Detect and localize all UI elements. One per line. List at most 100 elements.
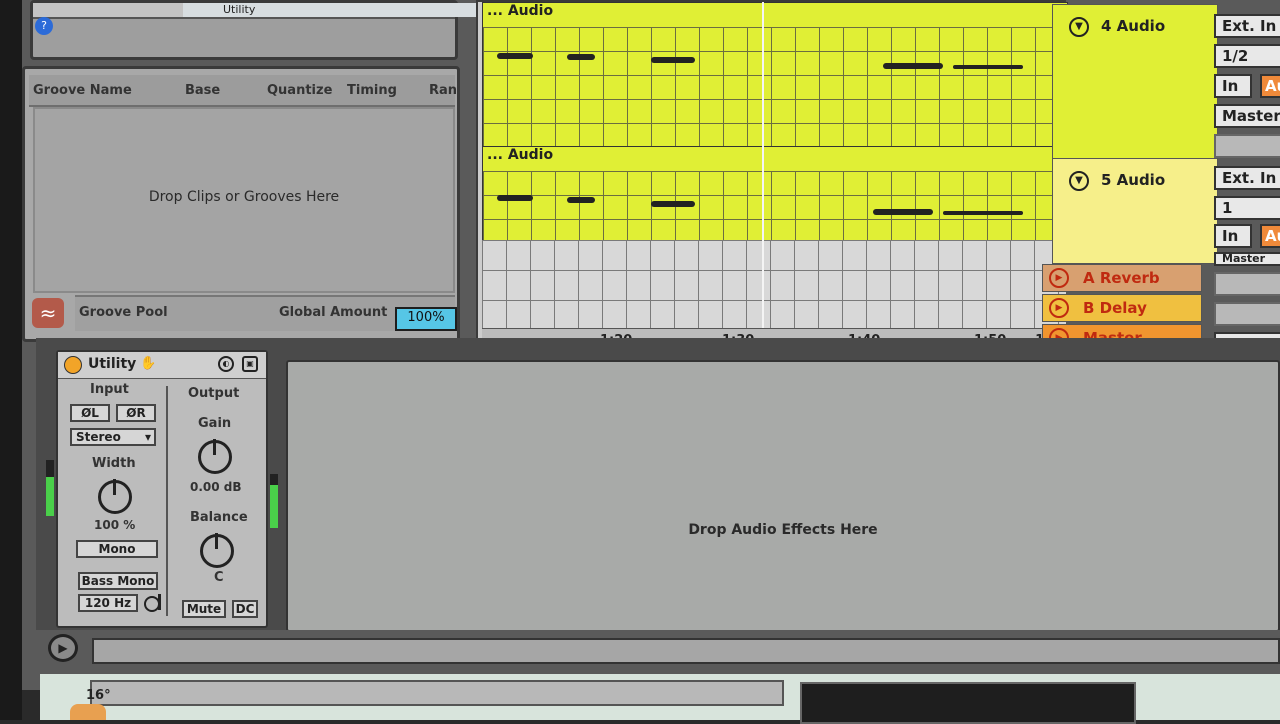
waveform — [567, 197, 595, 203]
play-icon[interactable]: ▶ — [48, 634, 78, 662]
column-groove-name[interactable]: Groove Name — [33, 83, 132, 98]
return-output-select[interactable] — [1214, 302, 1280, 326]
column-random[interactable]: Ran — [429, 83, 457, 98]
balance-knob[interactable] — [200, 533, 234, 568]
balance-label: Balance — [190, 510, 248, 525]
fold-icon[interactable]: ▼ — [1069, 171, 1089, 191]
audio-lane-4[interactable]: ... Audio — [482, 2, 1068, 150]
input-channel-select[interactable]: 1 — [1214, 196, 1280, 220]
lane-grid — [483, 171, 1067, 243]
column-quantize[interactable]: Quantize — [267, 83, 332, 98]
global-amount-label: Global Amount — [279, 305, 388, 320]
gain-label: Gain — [198, 416, 232, 431]
bass-audition-icon[interactable] — [144, 594, 161, 612]
info-bar — [90, 680, 784, 706]
audio-effects-drop-zone[interactable]: Drop Audio Effects Here — [286, 360, 1280, 632]
column-base[interactable]: Base — [185, 83, 220, 98]
return-track-a-reverb[interactable]: ▶ A Reverb — [1042, 264, 1202, 292]
waveform — [497, 53, 533, 59]
play-icon[interactable]: ▶ — [1049, 298, 1069, 318]
return-name: A Reverb — [1083, 269, 1160, 287]
output-select[interactable]: Master — [1214, 104, 1280, 128]
section-divider — [166, 386, 168, 616]
monitor-auto-button[interactable]: Aut — [1260, 224, 1280, 248]
device-header: Utility ✋ ◐ ▣ — [58, 352, 266, 379]
input-label: Input — [90, 382, 129, 397]
monitor-in-button[interactable]: In — [1214, 224, 1252, 248]
return-output-select[interactable] — [1214, 272, 1280, 296]
groove-drop-text: Drop Clips or Grooves Here — [148, 189, 340, 205]
channel-mode-select[interactable]: Stereo ▾ — [70, 428, 156, 446]
return-track-b-delay[interactable]: ▶ B Delay — [1042, 294, 1202, 322]
clip-title: ... Audio — [487, 3, 554, 19]
os-taskbar — [40, 674, 1280, 724]
track-header-5-audio[interactable]: ▼ 5 Audio — [1052, 158, 1218, 264]
device-title: Utility — [88, 356, 137, 372]
input-channel-select[interactable]: 1/2 — [1214, 44, 1280, 68]
width-label: Width — [92, 456, 136, 471]
width-value: 100 % — [94, 518, 136, 532]
phase-right-button[interactable]: ØR — [116, 404, 156, 422]
bass-mono-frequency[interactable]: 120 Hz — [78, 594, 138, 612]
waveform — [953, 65, 1023, 69]
input-type-select[interactable]: Ext. In — [1214, 166, 1280, 190]
groove-pool-label: Groove Pool — [79, 305, 168, 320]
clip-title: ... Audio — [487, 147, 554, 163]
empty-lanes[interactable] — [482, 240, 1066, 330]
mute-button[interactable]: Mute — [182, 600, 226, 618]
track-name: 5 Audio — [1101, 171, 1166, 189]
gain-value: 0.00 dB — [190, 480, 242, 494]
output-channel-select[interactable] — [1214, 134, 1280, 158]
global-amount-field[interactable]: 100% — [395, 307, 457, 331]
balance-value: C — [214, 570, 224, 585]
temperature-text: 16° — [86, 688, 111, 703]
track-header-4-audio[interactable]: ▼ 4 Audio — [1052, 4, 1218, 160]
save-preset-icon[interactable]: ▣ — [242, 356, 258, 372]
groove-pool-toggle-icon[interactable]: ≈ — [32, 298, 64, 328]
output-label: Output — [188, 386, 240, 401]
waveform — [651, 201, 695, 207]
browser-panel: Utility ? — [30, 0, 493, 60]
input-type-select[interactable]: Ext. In — [1214, 14, 1280, 38]
channel-mode-value: Stereo — [76, 430, 121, 444]
dc-button[interactable]: DC — [232, 600, 258, 618]
drop-effects-text: Drop Audio Effects Here — [688, 522, 878, 538]
fold-icon[interactable]: ▼ — [1069, 17, 1089, 37]
play-icon[interactable]: ▶ — [1049, 268, 1069, 288]
arrangement-view[interactable]: ... Audio ... Audio 1:20 1:30 1:40 1:50 … — [476, 0, 1068, 354]
chevron-down-icon: ▾ — [144, 430, 151, 444]
hot-swap-icon[interactable]: ◐ — [218, 356, 234, 372]
gain-knob[interactable] — [198, 439, 232, 474]
groove-pool: Groove Name Base Quantize Timing Ran Dro… — [22, 66, 460, 342]
monitor-in-button[interactable]: In — [1214, 74, 1252, 98]
track-name: 4 Audio — [1101, 17, 1166, 35]
info-icon[interactable]: ? — [35, 17, 53, 35]
waveform — [883, 63, 943, 69]
waveform — [651, 57, 695, 63]
waveform — [497, 195, 533, 201]
waveform — [943, 211, 1023, 215]
utility-device[interactable]: Utility ✋ ◐ ▣ Input Output ØL ØR Stereo … — [56, 350, 268, 628]
waveform — [567, 54, 595, 60]
monitor-bezel — [0, 0, 22, 720]
device-activator[interactable] — [64, 356, 82, 374]
cpu-meter — [800, 682, 1136, 724]
output-select[interactable]: Master — [1214, 252, 1280, 266]
monitor-auto-button[interactable]: Au — [1260, 74, 1280, 98]
waveform — [873, 209, 933, 215]
groove-drop-zone[interactable]: Drop Clips or Grooves Here — [33, 107, 455, 293]
groove-pool-footer: Groove Pool Global Amount 100% — [75, 295, 457, 331]
browser-strip: Utility — [33, 3, 493, 19]
browser-item-utility[interactable]: Utility — [183, 3, 493, 17]
playhead[interactable] — [762, 2, 764, 354]
hand-icon: ✋ — [140, 356, 157, 371]
column-timing[interactable]: Timing — [347, 83, 397, 98]
bass-mono-button[interactable]: Bass Mono — [78, 572, 158, 590]
width-knob[interactable] — [98, 479, 132, 514]
return-name: B Delay — [1083, 299, 1147, 317]
weather-icon[interactable] — [70, 704, 106, 720]
mono-button[interactable]: Mono — [76, 540, 158, 558]
audio-lane-5[interactable]: ... Audio — [482, 146, 1068, 244]
phase-left-button[interactable]: ØL — [70, 404, 110, 422]
status-bar — [92, 638, 1280, 664]
